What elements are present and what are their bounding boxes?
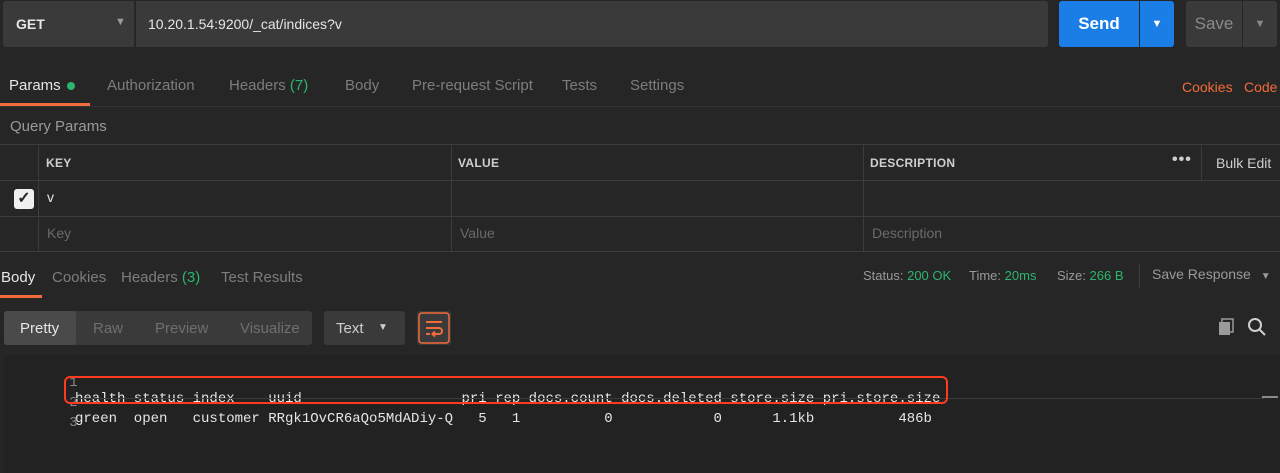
key-placeholder[interactable]: Key (47, 225, 71, 241)
tab-authorization[interactable]: Authorization (107, 77, 195, 94)
headers-count: (7) (289, 77, 309, 94)
tab-headers-label: Headers (229, 77, 286, 94)
tab-body[interactable]: Body (345, 77, 379, 94)
tab-params[interactable]: Params (9, 77, 75, 94)
size-label: Size: (1057, 268, 1086, 283)
save-options-chevron-icon[interactable]: ▼ (1243, 1, 1277, 47)
tab-response-body[interactable]: Body (1, 269, 35, 286)
wrap-lines-icon (418, 312, 450, 344)
status-value: 200 OK (907, 268, 952, 283)
time-value: 20ms (1004, 268, 1037, 283)
tab-test-results[interactable]: Test Results (221, 269, 303, 286)
query-params-table: KEY VALUE DESCRIPTION ••• Bulk Edit ✓ v … (0, 144, 1280, 252)
method-label: GET (16, 16, 45, 32)
tab-tests[interactable]: Tests (562, 77, 597, 94)
code-link[interactable]: Code (1244, 79, 1277, 95)
value-placeholder[interactable]: Value (460, 225, 495, 241)
time-readout: Time: 20ms (969, 268, 1036, 283)
code-line: 3 (4, 399, 1280, 463)
param-enabled-checkbox[interactable]: ✓ (14, 189, 34, 209)
tab-settings[interactable]: Settings (630, 77, 684, 94)
time-label: Time: (969, 268, 1002, 283)
view-mode-visualize[interactable]: Visualize (240, 320, 300, 337)
chevron-down-icon: ▼ (1260, 271, 1271, 282)
copy-icon[interactable] (1217, 317, 1237, 340)
view-mode-preview[interactable]: Preview (155, 320, 208, 337)
tab-params-label: Params (9, 77, 61, 94)
send-button[interactable]: Send (1059, 1, 1139, 47)
param-key[interactable]: v (47, 189, 54, 205)
tab-response-headers[interactable]: Headers (3) (121, 269, 200, 286)
response-tabs: Body Cookies Headers (3) Test Results St… (0, 262, 1280, 298)
more-options-icon[interactable]: ••• (1172, 151, 1192, 169)
response-active-tab-indicator (0, 295, 42, 298)
cookies-link[interactable]: Cookies (1182, 79, 1233, 95)
search-icon[interactable] (1247, 317, 1267, 340)
save-response-button[interactable]: Save Response ▼ (1152, 266, 1271, 282)
column-description: DESCRIPTION (870, 156, 956, 170)
request-tabs: Params Authorization Headers (7) Body Pr… (0, 62, 1280, 107)
tab-prerequest-script[interactable]: Pre-request Script (412, 77, 533, 94)
highlight-annotation-box (64, 376, 948, 404)
method-select[interactable]: GET ▼ (3, 1, 134, 47)
params-active-dot-icon (66, 82, 75, 91)
bulk-edit-link[interactable]: Bulk Edit (1216, 155, 1271, 171)
url-input[interactable]: 10.20.1.54:9200/_cat/indices?v (136, 1, 1048, 47)
chevron-down-icon: ▼ (378, 322, 388, 333)
response-headers-count: (3) (181, 269, 201, 286)
response-body-editor[interactable]: 1 health status index uuid pri rep docs.… (4, 355, 1280, 473)
tab-response-headers-label: Headers (121, 269, 178, 286)
url-text: 10.20.1.54:9200/_cat/indices?v (148, 16, 342, 32)
view-mode-segmented-control: Pretty Raw Preview Visualize (4, 311, 312, 345)
status-label: Status: (863, 268, 904, 283)
view-mode-pretty[interactable]: Pretty (20, 320, 59, 337)
active-tab-indicator (0, 103, 90, 106)
scrollbar-indicator[interactable] (1262, 396, 1278, 398)
size-value: 266 B (1089, 268, 1124, 283)
tab-headers[interactable]: Headers (7) (229, 77, 308, 94)
chevron-down-icon: ▼ (115, 16, 126, 28)
format-select[interactable]: Text ▼ (324, 311, 405, 345)
view-mode-raw[interactable]: Raw (93, 320, 123, 337)
save-button[interactable]: Save (1186, 1, 1242, 47)
wrap-lines-button[interactable] (417, 311, 451, 345)
status-readout: Status: 200 OK (863, 268, 951, 283)
save-response-label: Save Response (1152, 266, 1251, 282)
description-placeholder[interactable]: Description (872, 225, 942, 241)
line-number: 3 (69, 415, 78, 431)
query-params-title: Query Params (10, 118, 107, 135)
size-readout: Size: 266 B (1057, 268, 1124, 283)
tab-response-cookies[interactable]: Cookies (52, 269, 106, 286)
send-options-chevron-icon[interactable]: ▼ (1140, 1, 1174, 47)
format-label: Text (336, 320, 364, 337)
column-value: VALUE (458, 156, 500, 170)
column-key: KEY (46, 156, 72, 170)
